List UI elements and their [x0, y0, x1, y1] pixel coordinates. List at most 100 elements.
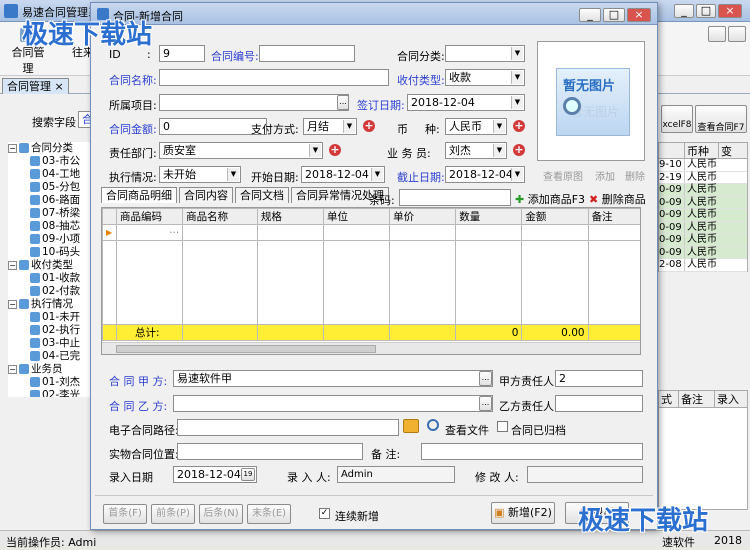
cell[interactable]: [455, 224, 523, 241]
cell[interactable]: [587, 224, 640, 241]
add-pay-method-icon[interactable]: +: [363, 120, 375, 132]
tree-item[interactable]: 02-李光: [8, 389, 98, 397]
id-field[interactable]: 9: [159, 45, 205, 62]
tree-item[interactable]: 05-分包: [8, 181, 98, 194]
tree-item[interactable]: 03-中止: [8, 337, 98, 350]
view-file-button[interactable]: 查看文件: [445, 422, 489, 438]
pay-method-combo[interactable]: 月结 ▼: [303, 118, 357, 135]
contract-row[interactable]: 0-09 人民币: [659, 246, 747, 259]
contract-row[interactable]: 9-10 人民币: [659, 159, 747, 172]
tree-item[interactable]: 08-抽芯: [8, 220, 98, 233]
barcode-field[interactable]: [399, 189, 511, 206]
contract-row[interactable]: 0-09 人民币: [659, 184, 747, 197]
end-date-picker[interactable]: 2018-12-04 ▼: [445, 166, 525, 183]
chevron-down-icon[interactable]: ▼: [371, 168, 383, 181]
tree-item[interactable]: 09-小项: [8, 233, 98, 246]
cell[interactable]: [389, 224, 457, 241]
tree-group[interactable]: − 收付类型: [8, 259, 98, 272]
folder-icon[interactable]: [403, 419, 419, 433]
first-record-button[interactable]: 首条(F): [103, 504, 147, 524]
goods-col-header[interactable]: 单位: [322, 208, 391, 225]
currency-combo[interactable]: 人民币 ▼: [445, 118, 507, 135]
tab-goods-detail[interactable]: 合同商品明细: [101, 187, 177, 203]
add-salesman-icon[interactable]: +: [513, 144, 525, 156]
add-dept-icon[interactable]: +: [329, 144, 341, 156]
tree-group[interactable]: − 合同分类: [8, 142, 98, 155]
party-a-field[interactable]: 易速软件甲: [173, 370, 493, 387]
collapse-icon[interactable]: −: [8, 365, 17, 374]
chevron-down-icon[interactable]: ▼: [511, 96, 523, 109]
add-goods-button[interactable]: ✚ 添加商品F3: [515, 191, 585, 207]
main-maximize-button[interactable]: □: [696, 4, 716, 18]
goods-col-header[interactable]: 商品编码: [116, 208, 184, 225]
add-currency-icon[interactable]: +: [513, 120, 525, 132]
cell[interactable]: [182, 224, 258, 241]
dept-combo[interactable]: 质安室 ▼: [159, 142, 323, 159]
dialog-close-button[interactable]: ×: [627, 8, 651, 22]
add-image-link[interactable]: 添加: [595, 168, 615, 183]
collapse-icon[interactable]: −: [8, 261, 17, 270]
goods-hscrollbar[interactable]: [102, 342, 640, 354]
tree-item[interactable]: 10-码头: [8, 246, 98, 259]
epath-field[interactable]: [177, 419, 399, 436]
prev-record-button[interactable]: 前条(P): [151, 504, 195, 524]
chevron-down-icon[interactable]: ▼: [227, 168, 239, 181]
search-icon[interactable]: [427, 419, 439, 431]
party-b-browse-button[interactable]: ...: [479, 396, 492, 411]
goods-col-header[interactable]: 单价: [389, 208, 457, 225]
tab-contract-content[interactable]: 合同内容: [179, 187, 233, 203]
goods-col-header[interactable]: 备注: [587, 208, 640, 225]
goods-col-header[interactable]: 数量: [455, 208, 523, 225]
note-field[interactable]: [421, 443, 643, 460]
chevron-down-icon[interactable]: ▼: [511, 168, 523, 181]
toolbar-small-btn-1[interactable]: [708, 26, 726, 42]
last-record-button[interactable]: 末条(E): [247, 504, 291, 524]
cell[interactable]: ···: [116, 224, 184, 241]
collapse-icon[interactable]: −: [8, 144, 17, 153]
delete-goods-button[interactable]: ✖ 删除商品: [589, 191, 646, 207]
category-combo[interactable]: ▼: [445, 45, 525, 62]
chevron-down-icon[interactable]: ▼: [493, 120, 505, 133]
tree-item[interactable]: 07-桥梁: [8, 207, 98, 220]
tree-item[interactable]: 01-刘杰: [8, 376, 98, 389]
delete-image-link[interactable]: 删除: [625, 168, 645, 183]
tree-item[interactable]: 03-市公: [8, 155, 98, 168]
view-original-link[interactable]: 查看原图: [543, 168, 583, 183]
cell[interactable]: [322, 224, 391, 241]
goods-row-new[interactable]: ▶ ···: [102, 224, 640, 241]
contract-name-field[interactable]: [159, 69, 389, 86]
contract-image-box[interactable]: 暂无图片 暂无图片: [537, 41, 645, 161]
archived-checkbox[interactable]: [497, 421, 508, 432]
contract-row[interactable]: 2-08 人民币: [659, 259, 747, 272]
cell[interactable]: [256, 224, 325, 241]
start-date-picker[interactable]: 2018-12-04 ▼: [301, 166, 385, 183]
salesman-combo[interactable]: 刘杰 ▼: [445, 142, 507, 159]
chevron-down-icon[interactable]: ▼: [511, 71, 523, 84]
chevron-down-icon[interactable]: ▼: [309, 144, 321, 157]
contract-row[interactable]: 0-09 人民币: [659, 209, 747, 222]
entry-date-field[interactable]: 2018-12-04 19: [173, 466, 257, 483]
contract-row[interactable]: 2-19 人民币: [659, 171, 747, 184]
goods-col-header[interactable]: 规格: [256, 208, 325, 225]
party-a-browse-button[interactable]: ...: [479, 371, 492, 386]
goods-col-header[interactable]: 商品名称: [182, 208, 258, 225]
dialog-minimize-button[interactable]: _: [579, 8, 601, 22]
contract-no-field[interactable]: [259, 45, 355, 62]
tree-item[interactable]: 06-路面: [8, 194, 98, 207]
contract-row[interactable]: 0-09 人民币: [659, 196, 747, 209]
chevron-down-icon[interactable]: ▼: [343, 120, 355, 133]
main-close-button[interactable]: ×: [718, 4, 742, 18]
scroll-thumb[interactable]: [116, 345, 376, 353]
chevron-down-icon[interactable]: ▼: [511, 47, 523, 60]
contract-row[interactable]: 0-09 人民币: [659, 234, 747, 247]
exec-combo[interactable]: 未开始 ▼: [159, 166, 241, 183]
cell[interactable]: [521, 224, 589, 241]
tree-item[interactable]: 02-执行: [8, 324, 98, 337]
tree-item[interactable]: 04-已完: [8, 350, 98, 363]
contract-row[interactable]: 0-09 人民币: [659, 221, 747, 234]
tree-item[interactable]: 04-工地: [8, 168, 98, 181]
main-minimize-button[interactable]: _: [674, 4, 694, 18]
continuous-add-checkbox[interactable]: ✓: [319, 508, 330, 519]
calendar-icon[interactable]: 19: [241, 468, 255, 481]
tab-close-icon[interactable]: ×: [55, 80, 64, 93]
